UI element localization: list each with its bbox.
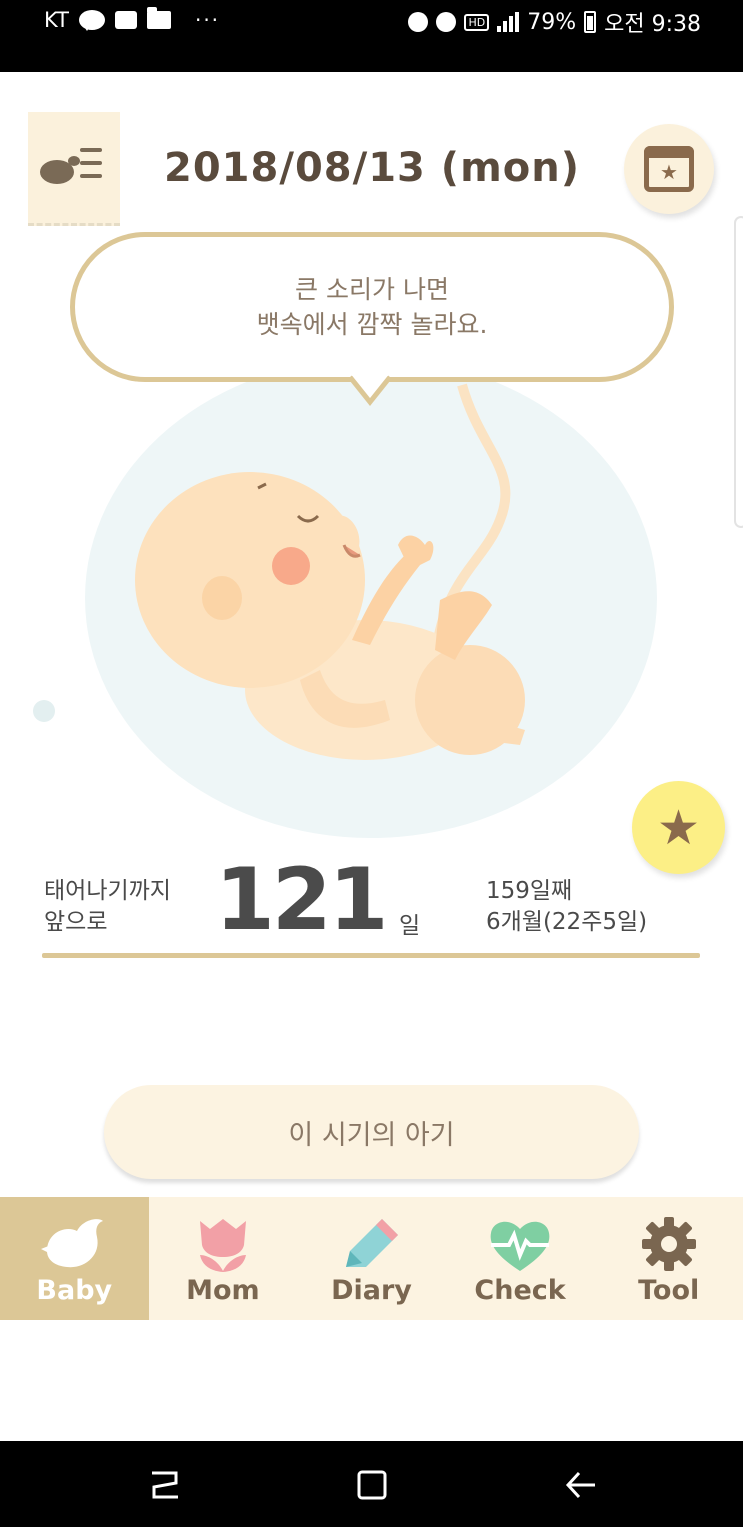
bottom-tab-bar: Baby Mom Diary Check Tool (0, 1197, 743, 1320)
tab-mom-label: Mom (186, 1275, 260, 1306)
vibrate-mute-icon (408, 12, 429, 32)
favorite-button[interactable]: ★ (632, 781, 725, 874)
fact-speech-bubble: 큰 소리가 나면 뱃속에서 깜짝 놀라요. (70, 232, 674, 382)
menu-lines-icon (80, 148, 102, 187)
back-icon[interactable] (565, 1469, 597, 1501)
tab-diary[interactable]: Diary (297, 1197, 446, 1320)
bubble-dot (33, 700, 55, 722)
hd-voice-icon: HD (464, 13, 490, 31)
bird-icon (41, 1219, 104, 1268)
days-left-number: 121 (215, 850, 389, 950)
pencil-icon (346, 1219, 399, 1267)
days-unit: 일 (399, 913, 421, 939)
date-title: 2018/08/13 (mon) (164, 145, 580, 191)
carrier-label: KT (44, 8, 69, 32)
tab-check[interactable]: Check (446, 1197, 595, 1320)
status-right: HD 79% 오전 9:38 (408, 6, 701, 38)
menu-button[interactable] (28, 112, 120, 226)
star-icon: ★ (656, 799, 701, 856)
fact-line-1: 큰 소리가 나면 (295, 275, 449, 304)
home-icon[interactable] (356, 1469, 388, 1501)
countdown-label-line2: 앞으로 (44, 909, 108, 935)
tab-tool[interactable]: Tool (594, 1197, 743, 1320)
status-left: KT ··· (44, 7, 221, 32)
fact-line-2: 뱃속에서 깜짝 놀라요. (256, 310, 488, 339)
alarm-icon (436, 12, 457, 32)
tab-tool-label: Tool (638, 1275, 700, 1306)
tulip-icon (199, 1219, 246, 1272)
day-count: 159일째 (486, 878, 573, 904)
tab-baby[interactable]: Baby (0, 1197, 149, 1320)
recent-apps-icon[interactable] (148, 1469, 182, 1501)
menu-chick-icon (40, 156, 80, 184)
baby-cheek (272, 547, 310, 585)
baby-ear (202, 576, 242, 620)
android-nav-bar (0, 1441, 743, 1527)
wifi-signal-icon (497, 12, 520, 32)
more-notifications-icon: ··· (194, 8, 221, 32)
countdown-label: 태어나기까지 앞으로 (44, 876, 171, 938)
heartbeat-icon (490, 1221, 550, 1271)
status-bar: KT ··· HD 79% 오전 9:38 (0, 0, 743, 72)
folder-icon (146, 7, 171, 29)
battery-percent: 79% (527, 9, 577, 35)
kakaotalk-icon (78, 10, 105, 31)
tab-diary-label: Diary (331, 1275, 412, 1306)
calendar-star-icon: ★ (644, 146, 694, 192)
calendar-button[interactable]: ★ (624, 124, 714, 214)
gear-icon (641, 1217, 696, 1271)
speech-bubble-tail (350, 374, 390, 407)
message-icon (114, 11, 137, 29)
tab-mom[interactable]: Mom (149, 1197, 298, 1320)
tab-check-label: Check (474, 1275, 566, 1306)
countdown-divider (42, 953, 700, 958)
pregnancy-progress: 159일째 6개월(22주5일) (486, 876, 647, 938)
tab-baby-label: Baby (36, 1275, 113, 1306)
countdown-label-line1: 태어나기까지 (44, 878, 171, 904)
battery-icon (584, 11, 597, 33)
baby-this-period-button[interactable]: 이 시기의 아기 (104, 1085, 639, 1179)
clock: 오전 9:38 (604, 12, 701, 37)
month-week: 6개월(22주5일) (486, 909, 648, 935)
fetus-illustration (33, 360, 657, 838)
